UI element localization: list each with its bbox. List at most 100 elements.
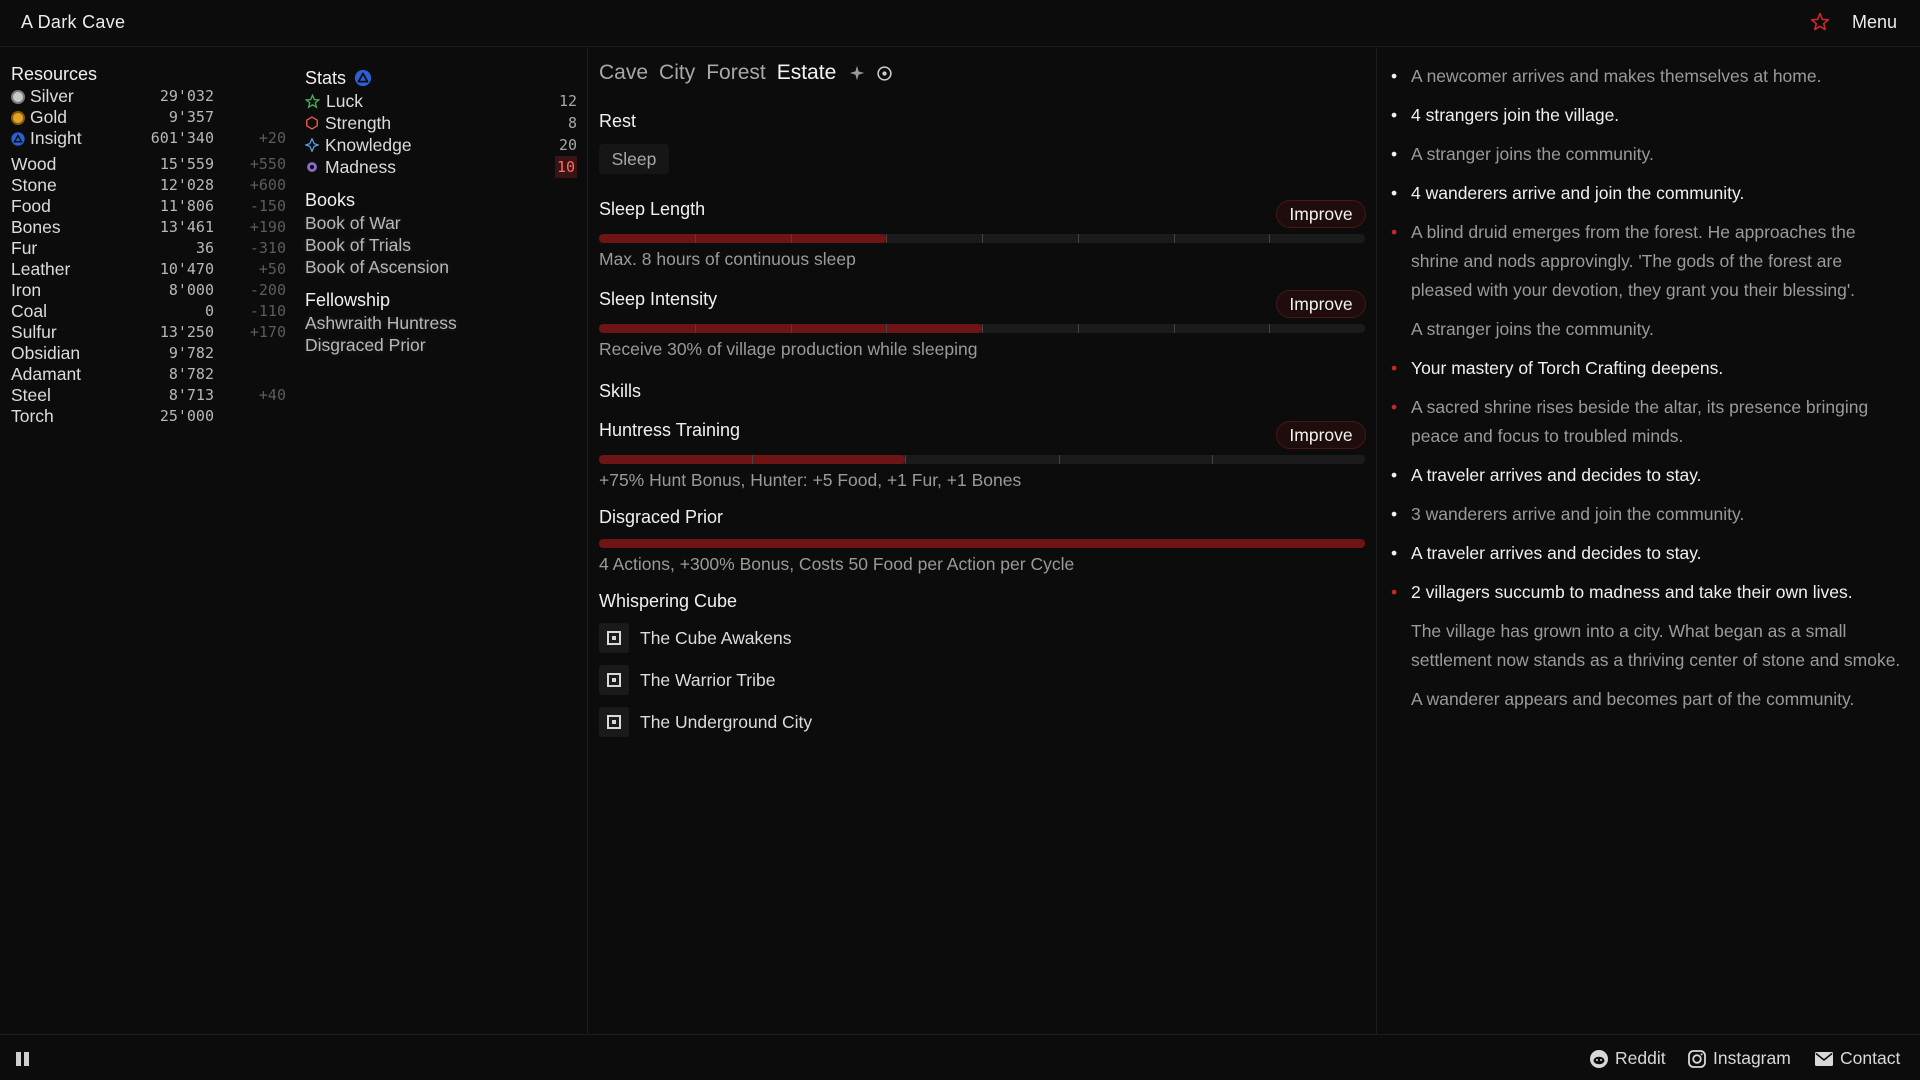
stat-list: Luck 12 Strength 8 Knowledge 20 Madness 10	[305, 90, 577, 178]
log-text: 4 wanderers arrive and join the communit…	[1411, 183, 1745, 203]
instagram-icon	[1688, 1049, 1706, 1068]
resource-value: 9'357	[168, 108, 214, 126]
tab-estate[interactable]: Estate	[777, 61, 837, 85]
resource-row-stone: Stone 12'028 +600	[11, 175, 286, 196]
log-entry: • A stranger joins the community.	[1391, 140, 1901, 169]
log-entry: • Your mastery of Torch Crafting deepens.	[1391, 354, 1901, 383]
stat-value: 8	[567, 114, 577, 132]
log-entry: • 2 villagers succumb to madness and take…	[1391, 578, 1901, 607]
resource-label: Leather	[11, 259, 71, 279]
mail-icon	[1815, 1051, 1833, 1066]
top-bar: A Dark Cave Menu	[0, 0, 1920, 47]
log-entry: A stranger joins the community.	[1391, 315, 1901, 344]
resource-value: 13'461	[159, 218, 214, 236]
cube-item-warrior-tribe[interactable]: The Warrior Tribe	[599, 665, 776, 695]
stat-value: 10	[554, 156, 577, 178]
cube-icon	[599, 623, 629, 653]
resource-value: 601'340	[150, 129, 214, 147]
log-text: A stranger joins the community.	[1411, 144, 1654, 164]
whispering-cube-title: Whispering Cube	[599, 591, 738, 611]
star-icon[interactable]	[1810, 12, 1830, 32]
stat-label: Madness	[325, 157, 397, 177]
progress-fill	[599, 234, 887, 243]
resource-label: Fur	[11, 238, 38, 258]
resource-rate: -150	[249, 197, 286, 215]
book-book-of-trials[interactable]: Book of Trials	[305, 234, 577, 256]
compass-rose-icon[interactable]	[849, 65, 865, 81]
resource-row-steel: Steel 8'713 +40	[11, 385, 286, 406]
reddit-link[interactable]: Reddit	[1589, 1048, 1666, 1069]
resource-label: Obsidian	[11, 343, 81, 363]
stats-panel: Stats Luck 12 Strength 8 Knowledge 20 Madness 1…	[305, 66, 577, 356]
improve-huntress-training-button[interactable]: Improve	[1276, 421, 1366, 449]
huntress-training-title: Huntress Training	[599, 420, 741, 440]
log-text: A traveler arrives and decides to stay.	[1411, 543, 1702, 563]
footer-bar: Reddit Instagram Contact	[0, 1034, 1920, 1080]
resource-name: Sulfur	[11, 322, 57, 343]
tab-forest[interactable]: Forest	[706, 61, 766, 85]
log-text: A traveler arrives and decides to stay.	[1411, 465, 1702, 485]
book-book-of-ascension[interactable]: Book of Ascension	[305, 256, 577, 278]
resource-label: Insight	[30, 128, 82, 148]
triangle-badge-icon[interactable]	[354, 69, 372, 87]
progress-tick	[886, 324, 888, 333]
fellow-ashwraith-huntress[interactable]: Ashwraith Huntress	[305, 312, 577, 334]
log-entry: The village has grown into a city. What …	[1391, 617, 1901, 675]
improve-sleep-intensity-button[interactable]: Improve	[1276, 290, 1366, 318]
log-bullet: •	[1391, 105, 1398, 125]
contact-link[interactable]: Contact	[1814, 1048, 1900, 1069]
tab-cave[interactable]: Cave	[599, 61, 648, 85]
resource-name: Wood	[11, 154, 56, 175]
log-bullet: •	[1391, 183, 1398, 203]
resource-rate: +550	[249, 155, 286, 173]
cube-item-cube-awakens[interactable]: The Cube Awakens	[599, 623, 791, 653]
main-panel: Cave City Forest Estate Rest Sleep Sleep…	[588, 48, 1377, 1034]
progress-tick	[982, 324, 983, 333]
log-entry: • A sacred shrine rises beside the altar,…	[1391, 393, 1901, 451]
sleep-button[interactable]: Sleep	[599, 144, 669, 174]
progress-tick	[905, 455, 907, 464]
resource-name: Obsidian	[11, 343, 80, 364]
disgraced-prior-bar	[599, 539, 1365, 548]
resource-row-food: Food 11'806 -150	[11, 196, 286, 217]
resource-rate: +170	[249, 323, 286, 341]
tab-city[interactable]: City	[659, 61, 695, 85]
log-entry: • A traveler arrives and decides to stay.	[1391, 461, 1901, 490]
resource-rate: -200	[249, 281, 286, 299]
resource-value: 8'782	[168, 365, 214, 383]
log-entry: • A newcomer arrives and makes themselves…	[1391, 62, 1901, 91]
resource-row-coal: Coal 0 -110	[11, 301, 286, 322]
luck-star-icon	[305, 93, 320, 109]
progress-tick	[1211, 455, 1213, 464]
material-list: Wood 15'559 +550 Stone 12'028 +600 Food 11'806 -…	[11, 154, 286, 427]
log-entry: • 3 wanderers arrive and join the communi…	[1391, 500, 1901, 529]
pause-icon[interactable]	[15, 1051, 31, 1067]
cube-item-underground-city[interactable]: The Underground City	[599, 707, 812, 737]
target-circle-icon[interactable]	[876, 65, 893, 82]
sleep-length-title: Sleep Length	[599, 199, 706, 219]
huntress-training-bar	[599, 455, 1365, 464]
insight-icon	[11, 131, 25, 146]
instagram-link[interactable]: Instagram	[1687, 1048, 1791, 1069]
stat-label: Luck	[326, 91, 363, 111]
menu-button[interactable]: Menu	[1852, 12, 1897, 33]
log-bullet: •	[1391, 504, 1398, 524]
stat-label: Knowledge	[325, 135, 412, 155]
madness-icon	[305, 160, 319, 174]
event-log-panel: • A newcomer arrives and makes themselves…	[1377, 48, 1920, 1034]
resource-name: Adamant	[11, 364, 81, 385]
resource-label: Silver	[30, 86, 74, 106]
resource-value: 12'028	[159, 176, 214, 194]
disgraced-prior-title: Disgraced Prior	[599, 507, 724, 527]
progress-tick	[790, 234, 792, 243]
rest-title: Rest	[599, 111, 637, 131]
improve-sleep-length-button[interactable]: Improve	[1276, 200, 1366, 228]
cube-icon	[599, 707, 629, 737]
book-book-of-war[interactable]: Book of War	[305, 212, 577, 234]
resource-value: 15'559	[159, 155, 214, 173]
log-text: A wanderer appears and becomes part of t…	[1411, 689, 1855, 709]
resource-name: Leather	[11, 259, 70, 280]
log-text: A stranger joins the community.	[1411, 319, 1654, 339]
fellow-disgraced-prior[interactable]: Disgraced Prior	[305, 334, 577, 356]
stat-row-knowledge: Knowledge 20	[305, 134, 577, 156]
